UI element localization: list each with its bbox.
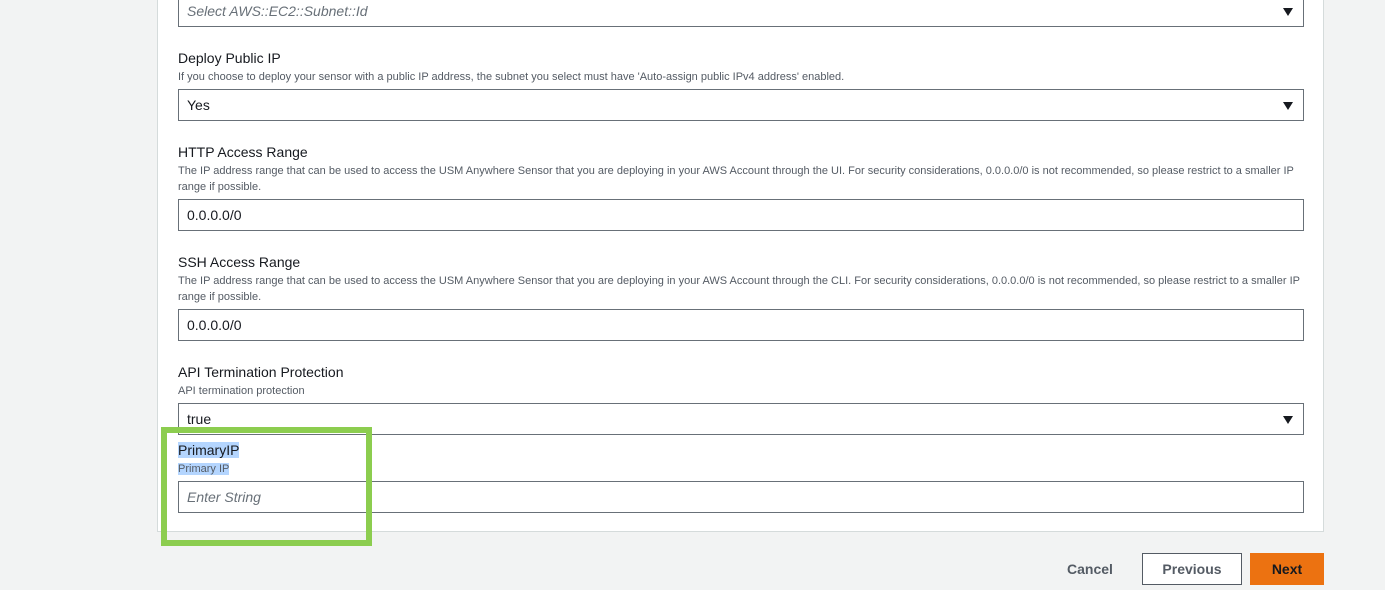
ssh-access-range-field: SSH Access Range The IP address range th… <box>178 253 1304 305</box>
http-access-range-description: The IP address range that can be used to… <box>178 165 1294 193</box>
http-access-range-field: HTTP Access Range The IP address range t… <box>178 143 1304 195</box>
chevron-down-icon <box>1283 102 1293 110</box>
cancel-button[interactable]: Cancel <box>1057 553 1123 585</box>
http-access-range-input[interactable]: 0.0.0.0/0 <box>178 199 1304 231</box>
api-termination-protection-field: API Termination Protection API terminati… <box>178 363 1304 399</box>
api-termination-protection-label: API Termination Protection <box>178 364 344 380</box>
http-access-range-label: HTTP Access Range <box>178 144 308 160</box>
ssh-access-range-description: The IP address range that can be used to… <box>178 275 1300 303</box>
primary-ip-label: PrimaryIP <box>178 442 240 458</box>
ssh-access-range-label: SSH Access Range <box>178 254 301 270</box>
api-termination-protection-select[interactable]: true <box>178 403 1304 435</box>
deploy-public-ip-label: Deploy Public IP <box>178 50 281 66</box>
api-termination-protection-description: API termination protection <box>178 385 305 397</box>
primary-ip-input[interactable]: Enter String <box>178 481 1304 513</box>
deploy-public-ip-value: Yes <box>187 97 210 113</box>
deploy-public-ip-description: If you choose to deploy your sensor with… <box>178 71 845 83</box>
primary-ip-field: PrimaryIP Primary IP <box>178 441 1304 477</box>
primary-ip-description: Primary IP <box>178 463 230 475</box>
primary-ip-placeholder: Enter String <box>187 489 261 505</box>
previous-button[interactable]: Previous <box>1142 553 1242 585</box>
chevron-down-icon <box>1283 8 1293 16</box>
subnet-select-placeholder: Select AWS::EC2::Subnet::Id <box>187 3 368 19</box>
api-termination-protection-value: true <box>187 411 212 427</box>
http-access-range-value: 0.0.0.0/0 <box>187 207 242 223</box>
deploy-public-ip-field: Deploy Public IP If you choose to deploy… <box>178 49 1304 85</box>
ssh-access-range-input[interactable]: 0.0.0.0/0 <box>178 309 1304 341</box>
chevron-down-icon <box>1283 416 1293 424</box>
next-button[interactable]: Next <box>1250 553 1324 585</box>
deploy-public-ip-select[interactable]: Yes <box>178 89 1304 121</box>
ssh-access-range-value: 0.0.0.0/0 <box>187 317 242 333</box>
subnet-select[interactable]: Select AWS::EC2::Subnet::Id <box>178 0 1304 27</box>
